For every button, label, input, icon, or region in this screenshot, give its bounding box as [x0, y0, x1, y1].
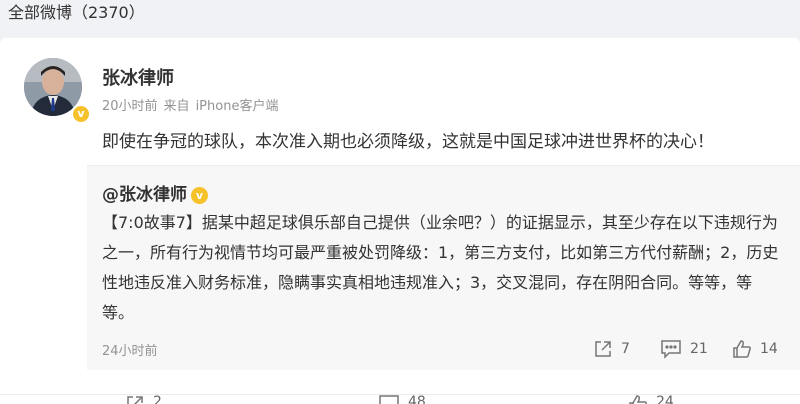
post-like-count: 24 [656, 394, 674, 404]
thumbs-up-icon [629, 395, 647, 404]
post-source-prefix: 来自 [163, 99, 190, 114]
repost-like-button[interactable]: 14 [732, 337, 778, 361]
repost-comment-button[interactable]: 21 [660, 337, 708, 361]
repost-time[interactable]: 24小时前 [102, 340, 158, 359]
comment-icon [661, 340, 681, 359]
post-source: iPhone客户端 [195, 99, 279, 114]
repost-block[interactable]: @张冰律师 v 【7:0故事7】据某中超足球俱乐部自己提供（业余吧？）的证据显示，… [87, 165, 800, 370]
thumbs-up-icon [733, 340, 751, 358]
post-like-button[interactable]: 24 [628, 394, 674, 404]
post-comment-button[interactable]: 48 [378, 394, 426, 404]
repost-comment-count: 21 [690, 341, 708, 357]
repost-like-count: 14 [760, 341, 778, 357]
repost-author[interactable]: @张冰律师 [102, 185, 187, 205]
share-icon [595, 341, 611, 357]
post-share-button[interactable]: 2 [125, 394, 162, 404]
weibo-card: v 张冰律师 20小时前 来自 iPhone客户端 即使在争冠的球队，本次准入期也必… [0, 38, 800, 404]
repost-text: 【7:0故事7】据某中超足球俱乐部自己提供（业余吧？）的证据显示，其至少存在以下… [102, 213, 779, 322]
repost-share-button[interactable]: 7 [593, 337, 630, 361]
post-comment-count: 48 [408, 394, 426, 404]
weibo-count-title: 全部微博（2370） [8, 3, 145, 22]
comment-icon [379, 395, 399, 404]
repost-author-line: @张冰律师 v [102, 180, 208, 205]
verified-badge-icon: v [191, 187, 208, 204]
post-meta: 20小时前 来自 iPhone客户端 [102, 95, 278, 114]
post-text: 即使在争冠的球队，本次准入期也必须降级，这就是中国足球冲进世界杯的决心！ [102, 132, 714, 152]
repost-share-count: 7 [621, 341, 630, 357]
page-header: 全部微博（2370） [0, 0, 800, 32]
post-share-count: 2 [153, 394, 162, 404]
post-action-bar: 2 48 24 [0, 394, 800, 404]
share-icon [127, 396, 143, 404]
post-author[interactable]: 张冰律师 [102, 64, 174, 90]
verified-badge-icon: v [71, 104, 91, 124]
post-time[interactable]: 20小时前 [102, 99, 158, 114]
